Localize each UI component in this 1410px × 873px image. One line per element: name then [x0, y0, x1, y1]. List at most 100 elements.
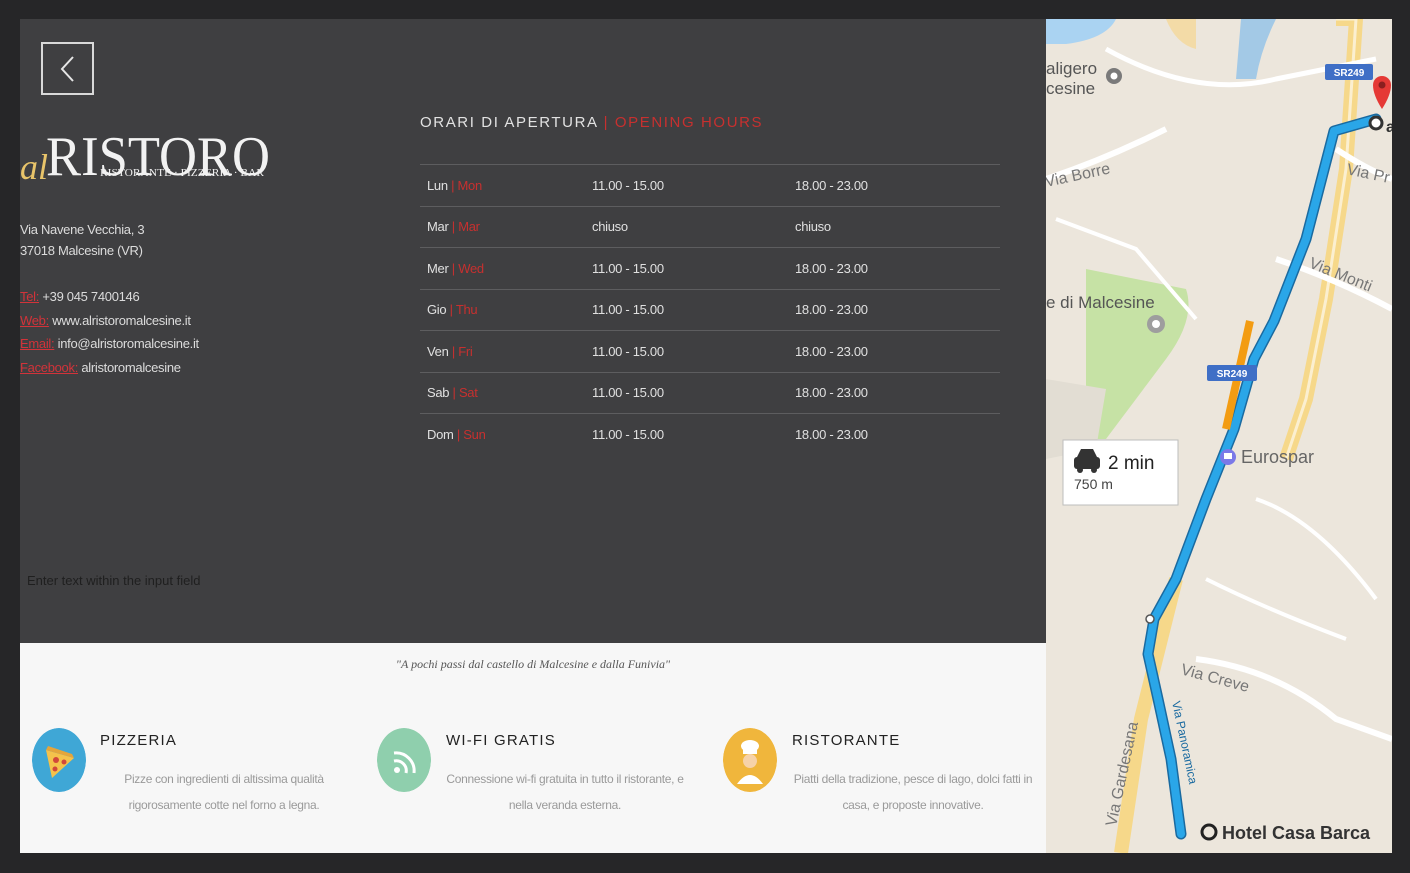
hours-lunch: chiuso [592, 219, 628, 235]
hours-dinner: 18.00 - 23.00 [795, 302, 868, 318]
hours-row: Gio | Thu 11.00 - 15.00 18.00 - 23.00 [420, 288, 1000, 331]
hours-dinner: 18.00 - 23.00 [795, 343, 868, 359]
hours-day: Gio | Thu [420, 302, 592, 317]
day-en: Thu [455, 302, 478, 318]
contact-web[interactable]: Web: www.alristoromalcesine.it [20, 309, 199, 333]
contact-label: Facebook: [20, 359, 79, 375]
day-en: Sat [458, 385, 478, 401]
hours-day: Lun | Mon [420, 178, 592, 193]
hours-day: Mar | Mar [420, 219, 592, 234]
hours-title-en: OPENING HOURS [614, 114, 764, 131]
day-separator: | [446, 302, 456, 318]
address-street: Via Navene Vecchia, 3 [20, 222, 145, 237]
svg-text:SR249: SR249 [1334, 68, 1365, 79]
address-city: 37018 Malcesine (VR) [20, 243, 143, 258]
day-separator: | [447, 177, 458, 193]
logo-prefix: al [20, 147, 48, 187]
museum-icon [1147, 315, 1165, 333]
route-info-card[interactable]: 2 min 750 m [1062, 439, 1179, 506]
opening-hours-table: Lun | Mon 11.00 - 15.00 18.00 - 23.00 Mar |… [420, 164, 1000, 455]
feature-title: WI-FI GRATIS [446, 732, 556, 749]
hours-lunch: 11.00 - 15.00 [592, 343, 664, 359]
hours-day: Ven | Fri [420, 344, 592, 359]
day-separator: | [448, 343, 459, 359]
day-it: Lun [427, 177, 448, 193]
hours-row: Lun | Mon 11.00 - 15.00 18.00 - 23.00 [420, 164, 1000, 206]
map-label: Hotel Casa Barca [1222, 823, 1371, 843]
feature-title: PIZZERIA [100, 732, 178, 749]
day-en: Fri [458, 343, 473, 359]
day-separator: | [453, 426, 464, 442]
map-label: e di Malcesine [1046, 293, 1155, 312]
hours-dinner: 18.00 - 23.00 [795, 260, 868, 276]
map-label: aligero [1046, 59, 1097, 78]
hours-title-separator: | [597, 114, 615, 131]
map-label: a [1386, 119, 1392, 136]
website-screen: al RISTORO RISTORANTE · PIZZERIA · BAR V… [20, 19, 1392, 853]
day-en: Wed [458, 260, 484, 276]
day-separator: | [449, 385, 459, 401]
contact-value: +39 045 7400146 [39, 289, 140, 304]
logo-subtitle: RISTORANTE · PIZZERIA · BAR [100, 168, 264, 179]
shopping-icon [1220, 449, 1236, 465]
features-panel: "A pochi passi dal castello di Malcesine… [20, 643, 1046, 853]
contact-label: Web: [20, 312, 49, 328]
contact-label: Tel: [20, 289, 40, 304]
hours-day: Dom | Sun [420, 427, 592, 442]
hours-dinner: 18.00 - 23.00 [795, 426, 868, 442]
map-label: cesine [1046, 79, 1095, 98]
hours-day: Sab | Sat [420, 385, 592, 400]
place-icon [1106, 68, 1122, 84]
route-duration: 2 min [1108, 453, 1154, 474]
contact-value: www.alristoromalcesine.it [48, 312, 191, 328]
text-input[interactable] [20, 559, 379, 601]
route-map[interactable]: SR249 SR249 aligero cesine Via Borre Via… [1046, 19, 1392, 853]
tagline: "A pochi passi dal castello di Malcesine… [395, 657, 671, 671]
contact-value: info@alristoromalcesine.it [54, 336, 200, 351]
contact-label: Email: [20, 336, 55, 351]
contact-email[interactable]: Email: info@alristoromalcesine.it [20, 332, 199, 356]
hours-row: Ven | Fri 11.00 - 15.00 18.00 - 23.00 [420, 330, 1000, 372]
day-en: Mon [457, 177, 483, 193]
opening-hours-title: ORARI DI APERTURA | OPENING HOURS [420, 114, 763, 131]
hours-lunch: 11.00 - 15.00 [592, 385, 664, 401]
hours-day: Mer | Wed [420, 261, 592, 276]
day-it: Mar [427, 219, 449, 235]
day-separator: | [448, 219, 459, 235]
day-it: Ven [427, 343, 449, 359]
hours-row: Mer | Wed 11.00 - 15.00 18.00 - 23.00 [420, 247, 1000, 289]
hours-row: Sab | Sat 11.00 - 15.00 18.00 - 23.00 [420, 371, 1000, 414]
hours-row: Dom | Sun 11.00 - 15.00 18.00 - 23.00 [420, 413, 1000, 455]
day-it: Mer [427, 260, 449, 276]
device-frame: al RISTORO RISTORANTE · PIZZERIA · BAR V… [0, 0, 1410, 873]
contact-list: Tel: +39 045 7400146 Web: www.alristorom… [20, 285, 199, 379]
contact-value: alristoromalcesine [78, 359, 181, 375]
feature-description: Pizze con ingredienti di altissima quali… [124, 772, 324, 812]
hours-lunch: 11.00 - 15.00 [592, 426, 664, 442]
route-distance: 750 m [1074, 476, 1113, 492]
hours-lunch: 11.00 - 15.00 [592, 260, 664, 276]
hours-dinner: chiuso [795, 219, 831, 235]
hours-dinner: 18.00 - 23.00 [795, 177, 868, 193]
pizza-icon [32, 728, 86, 792]
day-separator: | [448, 260, 459, 276]
day-en: Sun [463, 426, 486, 442]
highway-shield: SR249 [1325, 64, 1373, 80]
day-it: Sab [427, 385, 450, 401]
back-button[interactable] [41, 42, 94, 95]
feature-title: RISTORANTE [792, 732, 901, 749]
info-panel: al RISTORO RISTORANTE · PIZZERIA · BAR V… [20, 19, 1046, 643]
chef-icon [723, 728, 777, 792]
day-it: Dom [427, 426, 454, 442]
address-block: Via Navene Vecchia, 3 37018 Malcesine (V… [20, 219, 145, 261]
restaurant-logo: al RISTORO RISTORANTE · PIZZERIA · BAR [20, 109, 280, 189]
svg-text:SR249: SR249 [1217, 369, 1248, 380]
contact-phone[interactable]: Tel: +39 045 7400146 [20, 285, 199, 309]
wifi-icon [377, 728, 431, 792]
hours-row: Mar | Mar chiuso chiuso [420, 205, 1000, 248]
day-en: Mar [458, 219, 480, 235]
feature-description: Connessione wi-fi gratuita in tutto il r… [446, 772, 684, 812]
contact-facebook[interactable]: Facebook: alristoromalcesine [20, 356, 199, 380]
day-it: Gio [427, 302, 447, 318]
hours-title-it: ORARI DI APERTURA [420, 114, 598, 131]
